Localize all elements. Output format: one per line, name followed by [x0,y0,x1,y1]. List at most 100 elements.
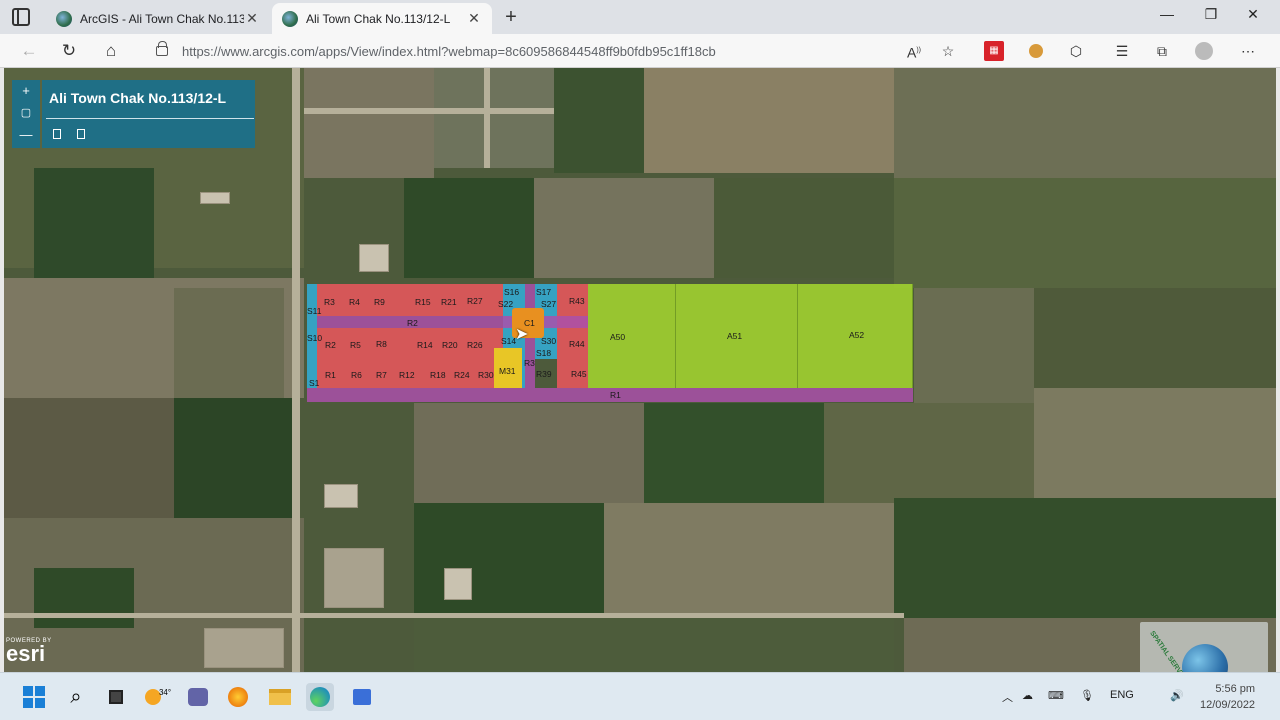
windows-taskbar: ⌕ 34° ︿ ☁ ⌨ 🎙 ENG 🔊 5:56 pm 12/09/2022 [0,672,1280,720]
favorites-icon[interactable]: ☰ [1112,41,1132,61]
read-aloud-icon[interactable]: A)) [904,41,924,61]
plot-label: S10 [307,333,323,343]
collections-icon[interactable]: ⧉ [1152,41,1172,61]
show-hidden-icons[interactable]: ︿ [1002,689,1013,705]
map-view[interactable]: R3 R4 R9 R15 R21 R27 S16 S17 S22 S27 R43… [4,68,1276,672]
file-explorer-icon[interactable] [266,683,294,711]
close-tab-icon[interactable]: ✕ [466,10,482,27]
clock-date: 12/09/2022 [1200,699,1256,711]
globe-icon [56,10,72,27]
map-building [204,628,284,668]
map-header-panel: Ali Town Chak No.113/12-L [42,80,255,148]
volume-icon[interactable]: 🔊 [1170,689,1184,702]
plot-label: R45 [571,369,587,379]
map-field [434,68,554,168]
plot-label: R26 [467,340,483,350]
tab-title: ArcGIS - Ali Town Chak No.113/1 [80,11,244,26]
new-tab-button[interactable]: + [500,6,522,29]
keyboard-icon[interactable]: ⌨ [1048,689,1064,702]
plot-label: R12 [399,370,415,380]
tab-actions-icon[interactable] [12,8,30,26]
home-extent-button[interactable]: ▢ [12,102,40,124]
weather-icon[interactable]: 34° [144,683,172,711]
plot-label: R21 [441,297,457,307]
plot-agricultural[interactable] [588,284,676,388]
map-field [1034,288,1276,388]
tab-ali-town[interactable]: Ali Town Chak No.113/12-L ✕ [272,3,492,34]
store-icon[interactable] [348,683,376,711]
plot-label: R2 [325,340,336,350]
tab-title: Ali Town Chak No.113/12-L [306,11,451,26]
map-field [174,288,284,398]
map-road [4,613,904,618]
plot-label: S17 [536,287,552,297]
zoom-in-button[interactable]: + [12,80,40,102]
plot-label: R18 [430,370,446,380]
plot-label: R3 [324,297,335,307]
divider [46,118,254,119]
more-icon[interactable]: ⋯ [1238,41,1258,61]
map-field [34,168,154,278]
plot-label: R2 [407,318,418,328]
map-field [4,398,174,518]
map-field [534,178,714,278]
restore-button[interactable]: ❐ [1196,6,1226,28]
plot-label: S16 [504,287,520,297]
map-field [34,568,134,628]
plot-label: A51 [727,331,743,341]
zoom-out-button[interactable]: — [12,124,40,146]
back-button[interactable]: ← [18,40,40,62]
zoom-control: + ▢ — [12,80,40,148]
legend-button[interactable] [77,129,85,139]
map-field [404,178,534,278]
map-field [604,503,894,613]
map-field [304,68,434,178]
teams-icon[interactable] [184,683,212,711]
town-plan-overlay[interactable]: R3 R4 R9 R15 R21 R27 S16 S17 S22 S27 R43… [307,284,913,402]
onedrive-icon[interactable]: ☁ [1022,689,1033,702]
plot-label: R27 [467,296,483,306]
microphone-icon[interactable]: 🎙 [1080,689,1094,702]
home-button[interactable]: ⌂ [100,40,122,62]
plot-label: R24 [454,370,470,380]
details-button[interactable] [53,129,61,139]
clock[interactable]: 5:56 pm 12/09/2022 [1200,681,1255,713]
map-field [894,498,1276,618]
firefox-icon[interactable] [224,683,252,711]
profile-icon[interactable] [1194,41,1214,61]
tab-arcgis[interactable]: ArcGIS - Ali Town Chak No.113/1 ✕ [46,3,270,34]
close-window-button[interactable]: ✕ [1238,6,1268,28]
globe-icon [282,10,298,27]
refresh-button[interactable]: ↻ [58,40,80,62]
start-button[interactable] [20,683,48,711]
mouse-cursor-icon: ➤ [515,326,529,343]
map-field [894,68,1276,178]
url-field[interactable]: https://www.arcgis.com/apps/View/index.h… [142,38,972,64]
plot-label: S27 [541,299,557,309]
cookie-icon[interactable] [1026,41,1046,61]
plot-label: R9 [374,297,385,307]
browser-tab-bar: ArcGIS - Ali Town Chak No.113/1 ✕ Ali To… [0,0,1280,34]
edge-icon[interactable] [306,683,334,711]
plot-label: R1 [325,370,336,380]
close-tab-icon[interactable]: ✕ [244,10,260,27]
map-field [894,178,1276,288]
weather-temp: 34° [158,687,172,697]
plot-label: R4 [349,297,360,307]
plot-label: R1 [610,390,621,400]
esri-wordmark: esri [6,641,46,666]
url-text: https://www.arcgis.com/apps/View/index.h… [182,43,716,59]
task-view-icon[interactable] [102,683,130,711]
minimize-button[interactable]: — [1152,6,1182,28]
map-building [359,244,389,272]
extension-red-icon[interactable]: ▦ [984,41,1004,61]
extensions-icon[interactable]: ⬡ [1066,41,1086,61]
map-field [644,68,894,173]
language-indicator[interactable]: ENG [1110,689,1134,701]
search-icon[interactable]: ⌕ [62,683,90,711]
lock-icon[interactable] [156,41,168,56]
favorite-add-icon[interactable]: ☆ [938,41,958,61]
plot-label: S1 [309,378,320,388]
map-field [824,403,1034,503]
map-field [414,503,604,613]
